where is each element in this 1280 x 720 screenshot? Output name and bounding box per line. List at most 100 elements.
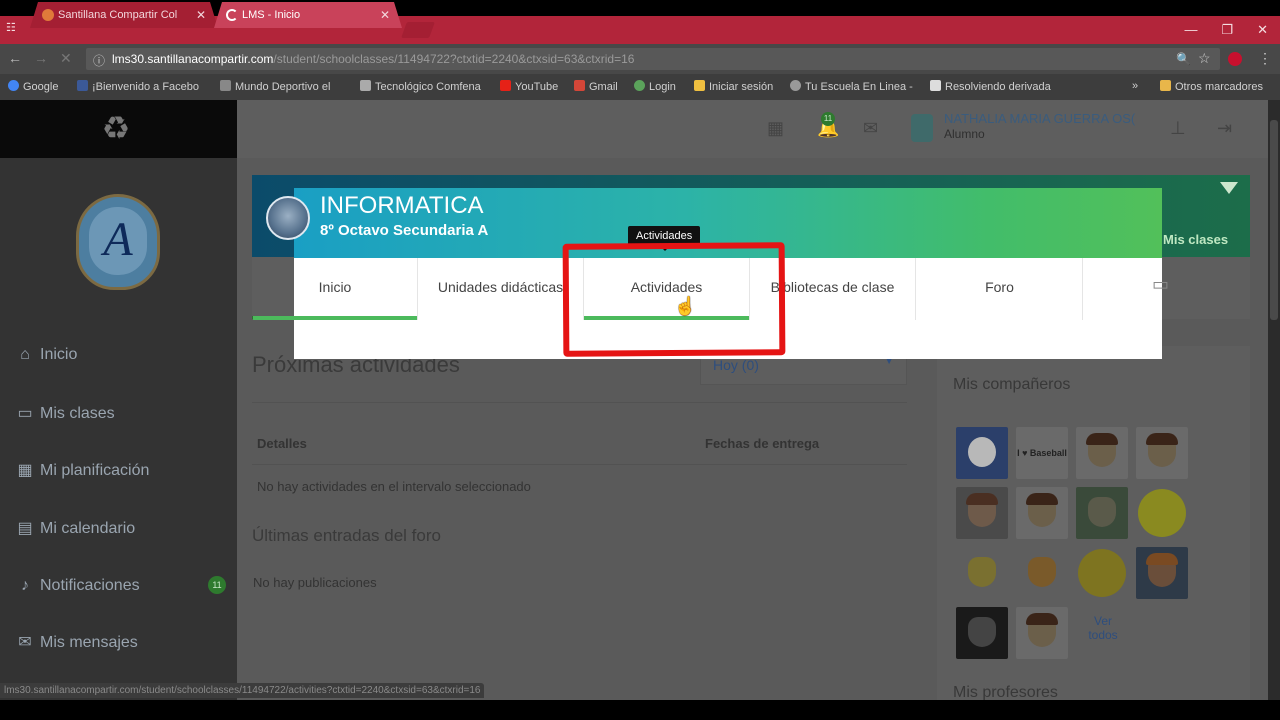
classmate-avatar[interactable]	[1016, 607, 1068, 659]
zoom-icon[interactable]: 🔍	[1176, 52, 1191, 66]
browser-tab-santillana[interactable]: Santillana Compartir Col ✕	[30, 2, 218, 28]
classmate-avatar[interactable]	[1016, 547, 1068, 599]
classroom-icon: ▭	[17, 405, 33, 422]
bookmark-iniciar-sesion[interactable]: Iniciar sesión	[694, 80, 773, 93]
tab-title: Santillana Compartir Col	[58, 9, 178, 21]
classmate-avatar[interactable]	[956, 607, 1008, 659]
document-icon	[930, 80, 941, 91]
bookmark-login[interactable]: Login	[634, 80, 676, 93]
classmate-avatar[interactable]	[956, 547, 1008, 599]
logout-icon[interactable]: ⇥	[1217, 118, 1232, 139]
bookmark-youtube[interactable]: YouTube	[500, 80, 558, 93]
tab-foro[interactable]: Foro	[917, 258, 1083, 320]
active-tab-underline	[253, 316, 417, 320]
classmate-avatar[interactable]	[1076, 487, 1128, 539]
folder-icon	[1160, 80, 1171, 91]
classmate-avatar[interactable]	[1136, 427, 1188, 479]
sidebar-item-inicio[interactable]: ⌂ Inicio	[14, 340, 234, 370]
user-name[interactable]: NATHALIA MARIA GUERRA OS(	[944, 111, 1144, 126]
school-crest-logo: A	[76, 194, 160, 290]
maximize-button[interactable]: ❐	[1221, 16, 1233, 44]
site-info-icon[interactable]: ⓘ	[93, 52, 105, 69]
url-text[interactable]: lms30.santillanacompartir.com/student/sc…	[112, 52, 634, 66]
bookmark-mundo-deportivo[interactable]: Mundo Deportivo el	[220, 80, 330, 93]
page-icon	[220, 80, 231, 91]
bookmarks-overflow-chevron-icon[interactable]: »	[1132, 80, 1138, 92]
tab-close-icon[interactable]: ✕	[196, 2, 206, 28]
gmail-icon	[574, 80, 585, 91]
bookmark-facebook[interactable]: ¡Bienvenido a Facebo	[77, 80, 199, 93]
classmate-avatar-smiley[interactable]	[1136, 487, 1188, 539]
presentation-icon[interactable]: ▭	[1152, 274, 1169, 295]
tab-inicio[interactable]: Inicio	[253, 258, 418, 320]
bell-icon: ♪	[21, 577, 29, 594]
notifications-count-badge: 11	[208, 576, 226, 594]
minimize-button[interactable]: —	[1184, 16, 1197, 44]
awesome-face-icon	[1078, 549, 1126, 597]
avatar-hair	[966, 493, 998, 505]
bookmark-tecnologico[interactable]: Tecnológico Comfena	[360, 80, 481, 93]
stop-loading-icon[interactable]: ✕	[60, 50, 72, 67]
bookmarks-bar: Google ¡Bienvenido a Facebo Mundo Deport…	[0, 74, 1280, 100]
mail-icon[interactable]: ✉	[863, 118, 878, 139]
user-avatar[interactable]	[911, 114, 933, 142]
sidebar-item-mis-mensajes[interactable]: ✉ Mis mensajes	[14, 628, 234, 658]
chrome-menu-icon[interactable]: ⋮	[1258, 50, 1272, 67]
back-icon[interactable]: ←	[8, 50, 22, 66]
sidebar-item-mi-planificacion[interactable]: ▦ Mi planificación	[14, 456, 234, 486]
google-icon	[8, 80, 19, 91]
classmate-avatar[interactable]	[1016, 487, 1068, 539]
window-controls: — ❐ ✕	[1184, 16, 1268, 44]
screen: ☷ Santillana Compartir Col ✕ LMS - Inici…	[0, 0, 1280, 720]
bookmark-star-icon[interactable]: ☆	[1198, 50, 1211, 67]
sidebar-item-notificaciones[interactable]: ♪ Notificaciones	[14, 571, 234, 601]
new-tab-button[interactable]	[401, 22, 435, 38]
avatar-face	[1088, 497, 1116, 527]
browser-profile-icon[interactable]: ☷	[6, 21, 22, 37]
browser-tab-lms[interactable]: LMS - Inicio ✕	[214, 2, 402, 28]
forward-icon[interactable]: →	[34, 50, 48, 66]
bookmark-google[interactable]: Google	[8, 80, 58, 93]
sidebar-item-mi-calendario[interactable]: ▤ Mi calendario	[14, 514, 234, 544]
browser-toolbar: ← → ✕ ⓘ lms30.santillanacompartir.com/st…	[0, 44, 1280, 74]
opera-extension-icon[interactable]	[1228, 52, 1242, 66]
recycle-logo-icon[interactable]: ♻	[96, 110, 136, 146]
avatar-hair	[1146, 553, 1178, 565]
calendar-icon[interactable]: ▦	[767, 118, 784, 139]
classmate-avatar[interactable]	[1076, 427, 1128, 479]
close-window-button[interactable]: ✕	[1257, 16, 1268, 44]
bookmark-resolviendo[interactable]: Resolviendo derivada	[930, 80, 1051, 93]
sidebar-item-mis-clases[interactable]: ▭ Mis clases	[14, 399, 234, 429]
cartoon-fox-icon	[1028, 557, 1056, 587]
collapse-arrow-icon[interactable]	[1220, 182, 1238, 194]
page-scrollbar[interactable]	[1268, 100, 1280, 700]
ultimas-entradas-foro-title: Últimas entradas del foro	[252, 526, 441, 545]
divider	[252, 402, 907, 403]
classmate-avatar-baseball[interactable]: I ♥ Baseball	[1016, 427, 1068, 479]
scrollbar-thumb[interactable]	[1270, 120, 1278, 320]
crest-letter: A	[89, 207, 147, 275]
tab-close-icon[interactable]: ✕	[380, 2, 390, 28]
planner-icon: ▦	[17, 462, 33, 479]
cartoon-character-icon	[968, 557, 996, 587]
real-madrid-crest-icon	[968, 437, 996, 467]
page-icon	[360, 80, 371, 91]
santillana-favicon-icon	[42, 9, 54, 21]
classmate-avatar[interactable]	[1136, 547, 1188, 599]
sitemap-icon[interactable]: ⊥	[1170, 118, 1186, 139]
avatar-hair	[1086, 433, 1118, 445]
classmate-avatar[interactable]	[1076, 547, 1128, 599]
classmate-avatar[interactable]	[956, 427, 1008, 479]
classmate-avatar[interactable]	[956, 487, 1008, 539]
youtube-icon	[500, 80, 511, 91]
other-bookmarks-folder[interactable]: Otros marcadores	[1160, 80, 1263, 93]
mis-clases-link[interactable]: Mis clases	[1163, 232, 1228, 247]
ver-todos-link[interactable]: Ver todos	[1080, 614, 1126, 642]
avatar-hair	[1026, 613, 1058, 625]
bookmark-gmail[interactable]: Gmail	[574, 80, 618, 93]
empty-posts-message: No hay publicaciones	[253, 575, 377, 590]
bookmark-tu-escuela[interactable]: Tu Escuela En Linea -	[790, 80, 913, 93]
tab-unidades-didacticas[interactable]: Unidades didácticas	[418, 258, 584, 320]
page-content: ♻ A ⌂ Inicio ▭ Mis clases ▦ Mi planificació…	[0, 100, 1268, 700]
avatar-hair	[1026, 493, 1058, 505]
